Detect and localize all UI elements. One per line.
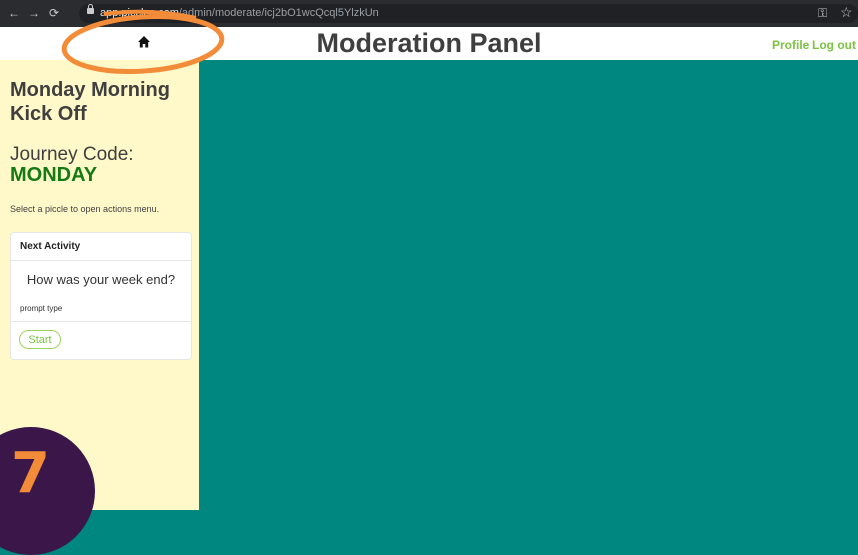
back-icon[interactable]: ←	[8, 6, 20, 20]
activity-question: How was your week end?	[26, 272, 176, 287]
card-header: Next Activity	[11, 233, 191, 261]
card-title: Next Activity	[20, 241, 81, 252]
page-title: Moderation Panel	[316, 28, 542, 58]
logout-link[interactable]: Log out	[812, 38, 856, 52]
address-url[interactable]: app.piccles.com/admin/moderate/icj2bO1wc…	[100, 7, 379, 19]
forward-icon[interactable]: →	[28, 6, 40, 20]
star-icon[interactable]: ☆	[840, 4, 853, 21]
key-icon[interactable]: ⚿	[818, 6, 827, 21]
reload-icon[interactable]: ⟳	[49, 6, 59, 20]
journey-title: Monday Morning Kick Off	[10, 79, 170, 125]
lock-icon	[87, 4, 94, 14]
journey-code: MONDAY	[10, 164, 98, 186]
next-activity-card: Next Activity How was your week end? pro…	[10, 232, 192, 360]
url-host: app.piccles.com	[100, 7, 179, 19]
step-number: 7	[11, 441, 50, 506]
browser-toolbar: ← → ⟳ app.piccles.com/admin/moderate/icj…	[0, 0, 858, 27]
main-content	[199, 60, 858, 510]
journey-code-label: Journey Code:	[10, 144, 134, 165]
app-header: Moderation Panel Profile Log out	[0, 27, 858, 60]
activity-type: prompt type	[20, 304, 63, 313]
hint-text: Select a piccle to open actions menu.	[10, 204, 160, 214]
start-button[interactable]: Start	[19, 330, 61, 349]
card-footer: Start	[11, 321, 191, 360]
url-path: /admin/moderate/icj2bO1wcQcql5YlzkUn	[178, 7, 379, 19]
profile-link[interactable]: Profile	[772, 38, 809, 52]
